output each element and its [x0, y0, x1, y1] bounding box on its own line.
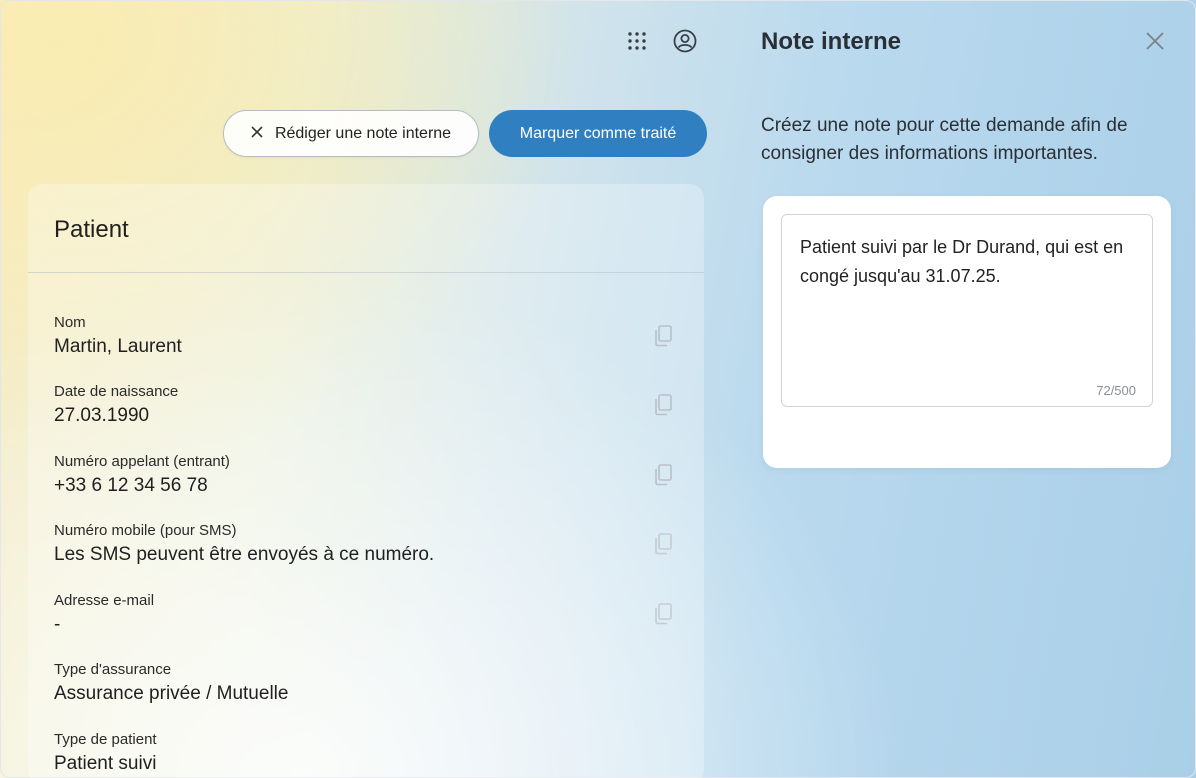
- field-insurance-type: Type d'assurance Assurance privée / Mutu…: [54, 661, 674, 705]
- close-icon[interactable]: [1144, 30, 1166, 52]
- copy-icon[interactable]: [652, 463, 674, 487]
- field-value: Assurance privée / Mutuelle: [54, 683, 289, 704]
- field-value: -: [54, 614, 61, 635]
- field-birthdate: Date de naissance 27.03.1990: [54, 383, 674, 427]
- note-card: Patient suivi par le Dr Durand, qui est …: [763, 196, 1171, 468]
- character-counter: 72/500: [1096, 383, 1136, 398]
- divider: [28, 272, 704, 273]
- copy-icon[interactable]: [652, 602, 674, 626]
- copy-icon[interactable]: [652, 324, 674, 348]
- field-value: Les SMS peuvent être envoyés à ce numéro…: [54, 544, 435, 565]
- action-bar: Rédiger une note interne Marquer comme t…: [223, 110, 707, 157]
- field-label: Adresse e-mail: [54, 592, 155, 609]
- field-email: Adresse e-mail -: [54, 592, 674, 636]
- field-value: Patient suivi: [54, 753, 157, 774]
- write-internal-note-label: Rédiger une note interne: [274, 124, 452, 142]
- patient-title: Patient: [54, 216, 129, 243]
- note-textarea[interactable]: Patient suivi par le Dr Durand, qui est …: [781, 214, 1153, 407]
- field-label: Type de patient: [54, 731, 157, 748]
- field-caller-number: Numéro appelant (entrant) +33 6 12 34 56…: [54, 453, 674, 497]
- field-label: Numéro appelant (entrant): [54, 453, 230, 470]
- field-patient-type: Type de patient Patient suivi: [54, 731, 674, 775]
- grid-icon[interactable]: [624, 28, 650, 54]
- write-internal-note-button[interactable]: Rédiger une note interne: [223, 110, 479, 157]
- panel-description: Créez une note pour cette demande afin d…: [761, 115, 1128, 164]
- field-value: +33 6 12 34 56 78: [54, 475, 208, 496]
- field-label: Type d'assurance: [54, 661, 172, 678]
- field-label: Nom: [54, 314, 86, 331]
- account-icon[interactable]: [672, 28, 698, 54]
- copy-icon[interactable]: [652, 532, 674, 556]
- field-name: Nom Martin, Laurent: [54, 314, 674, 358]
- close-x-icon: [251, 125, 263, 143]
- top-toolbar: [624, 28, 698, 54]
- field-label: Date de naissance: [54, 383, 179, 400]
- panel-title: Note interne: [761, 28, 902, 55]
- copy-icon[interactable]: [652, 393, 674, 417]
- mark-as-done-button[interactable]: Marquer comme traité: [489, 110, 707, 157]
- patient-card: Patient Nom Martin, Laurent Date de nais…: [28, 184, 704, 778]
- field-value: 27.03.1990: [54, 405, 150, 426]
- field-value: Martin, Laurent: [54, 336, 182, 357]
- note-text: Patient suivi par le Dr Durand, qui est …: [800, 237, 1124, 286]
- field-label: Numéro mobile (pour SMS): [54, 522, 237, 539]
- field-mobile-number: Numéro mobile (pour SMS) Les SMS peuvent…: [54, 522, 674, 566]
